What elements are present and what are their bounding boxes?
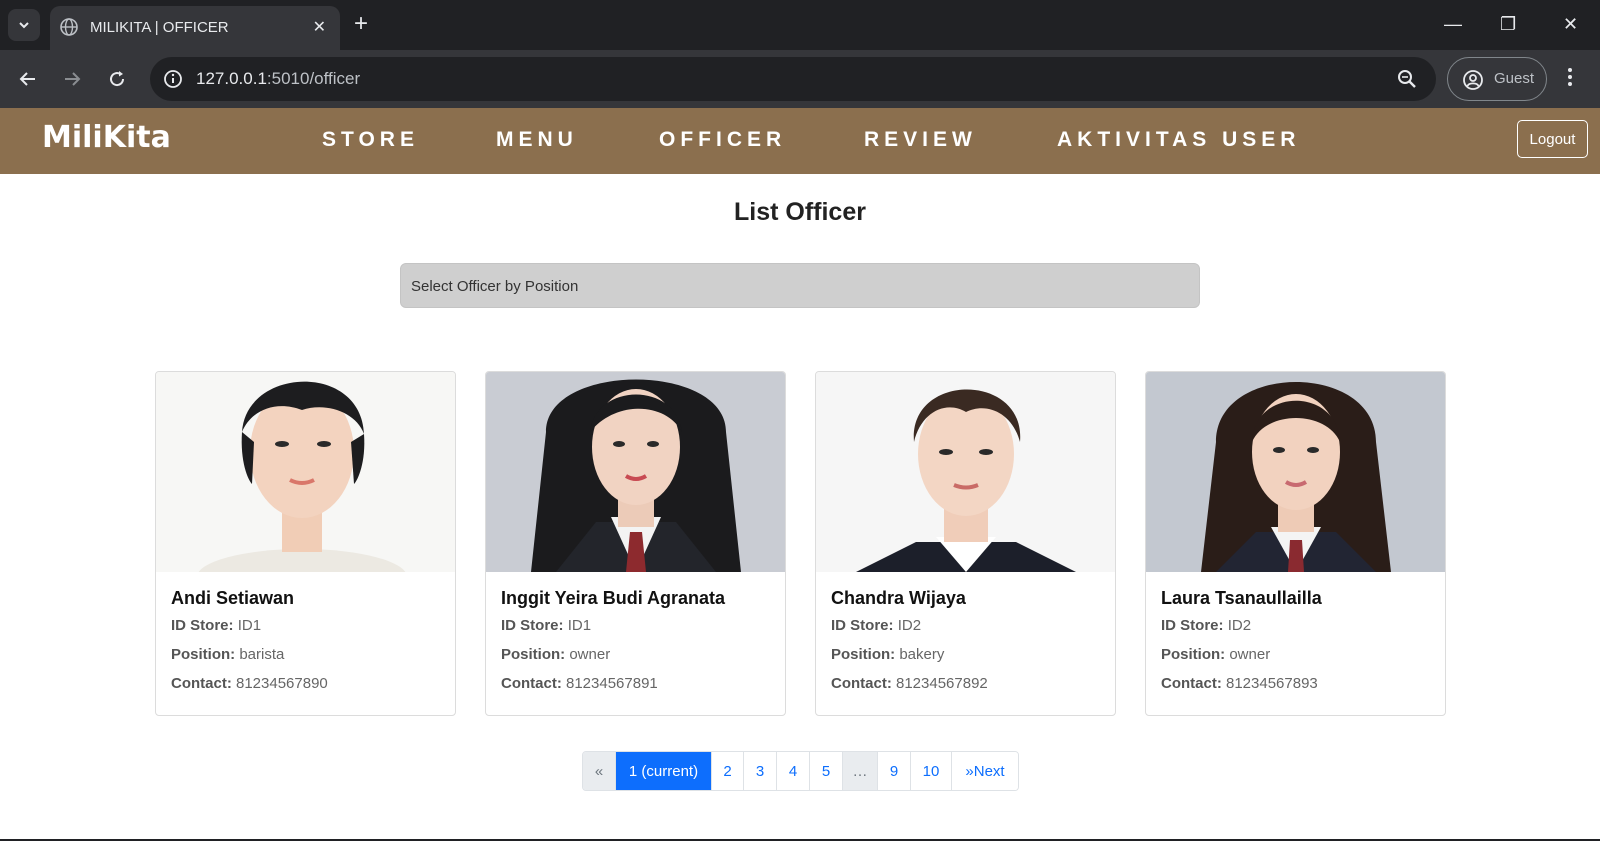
position-label: Position: — [831, 646, 896, 663]
officer-photo — [486, 372, 785, 572]
forward-button[interactable] — [59, 66, 85, 92]
position-label: Position: — [1161, 646, 1226, 663]
officer-name: Inggit Yeira Budi Agranata — [501, 588, 726, 608]
minimize-icon[interactable]: — — [1444, 14, 1462, 35]
officer-id-store: ID Store: ID2 — [1161, 617, 1251, 634]
id-store-value: ID2 — [897, 617, 922, 634]
arrow-left-icon — [19, 72, 35, 86]
globe-icon — [60, 18, 78, 36]
brand-logo[interactable]: MiliKita — [42, 120, 171, 155]
close-window-icon[interactable]: ✕ — [1563, 14, 1578, 35]
contact-value: 81234567892 — [896, 675, 988, 692]
position-value: barista — [239, 646, 285, 663]
contact-value: 81234567890 — [236, 675, 328, 692]
officer-photo — [1146, 372, 1445, 572]
id-store-value: ID1 — [237, 617, 262, 634]
pagination-page-4[interactable]: 4 — [777, 752, 810, 790]
logout-button[interactable]: Logout — [1517, 120, 1588, 158]
officer-contact: Contact: 81234567893 — [1161, 675, 1318, 692]
browser-tab[interactable]: MILIKITA | OFFICER ✕ — [50, 6, 340, 50]
profile-label: Guest — [1494, 70, 1535, 87]
contact-value: 81234567893 — [1226, 675, 1318, 692]
zoom-icon[interactable] — [1396, 68, 1418, 90]
officer-photo — [156, 372, 455, 572]
close-tab-icon[interactable]: ✕ — [313, 17, 326, 37]
position-value: bakery — [899, 646, 945, 663]
id-store-label: ID Store: — [171, 617, 234, 634]
pagination-ellipsis: … — [843, 752, 878, 790]
officer-contact: Contact: 81234567891 — [501, 675, 658, 692]
officer-contact: Contact: 81234567892 — [831, 675, 988, 692]
nav-menu[interactable]: MENU — [496, 128, 578, 152]
id-store-label: ID Store: — [501, 617, 564, 634]
officer-position: Position: bakery — [831, 646, 944, 663]
officer-position: Position: owner — [501, 646, 610, 663]
officer-card: Chandra Wijaya ID Store: ID2 Position: b… — [815, 371, 1116, 716]
restore-icon[interactable]: ❐ — [1500, 14, 1516, 35]
pagination-prev: « — [583, 752, 616, 790]
contact-label: Contact: — [1161, 675, 1222, 692]
officer-id-store: ID Store: ID1 — [171, 617, 261, 634]
id-store-label: ID Store: — [1161, 617, 1224, 634]
reload-icon — [110, 71, 125, 87]
contact-label: Contact: — [831, 675, 892, 692]
address-bar[interactable]: 127.0.0.1:5010/officer — [150, 57, 1436, 101]
position-label: Position: — [501, 646, 566, 663]
pagination-page-3[interactable]: 3 — [744, 752, 777, 790]
site-info-icon[interactable] — [162, 68, 184, 90]
position-value: owner — [1229, 646, 1271, 663]
pagination-next[interactable]: »Next — [952, 752, 1018, 790]
officer-name: Laura Tsanaullailla — [1161, 588, 1322, 608]
pagination: « 1 (current) 2 3 4 5 … 9 10 »Next — [582, 751, 1019, 791]
reload-button[interactable] — [104, 66, 130, 92]
pagination-page-1[interactable]: 1 (current) — [616, 752, 712, 790]
back-button[interactable] — [15, 66, 41, 92]
nav-officer[interactable]: OFFICER — [659, 128, 786, 152]
position-filter-text: Select Officer by Position — [411, 278, 579, 295]
url-host: 127.0.0.1 — [196, 69, 267, 88]
officer-contact: Contact: 81234567890 — [171, 675, 328, 692]
new-tab-button[interactable]: + — [354, 12, 368, 36]
profile-icon — [1463, 70, 1483, 90]
contact-label: Contact: — [171, 675, 232, 692]
profile-button[interactable]: Guest — [1447, 57, 1547, 101]
nav-review[interactable]: REVIEW — [864, 128, 977, 152]
officer-id-store: ID Store: ID1 — [501, 617, 591, 634]
contact-value: 81234567891 — [566, 675, 658, 692]
officer-card: Andi Setiawan ID Store: ID1 Position: ba… — [155, 371, 456, 716]
officer-position: Position: owner — [1161, 646, 1270, 663]
officer-position: Position: barista — [171, 646, 284, 663]
officer-photo — [816, 372, 1115, 572]
pagination-page-2[interactable]: 2 — [712, 752, 744, 790]
site-navbar: MiliKita STORE MENU OFFICER REVIEW AKTIV… — [0, 108, 1600, 174]
page-title: List Officer — [734, 198, 866, 226]
officer-card: Laura Tsanaullailla ID Store: ID2 Positi… — [1145, 371, 1446, 716]
pagination-page-10[interactable]: 10 — [911, 752, 952, 790]
officer-card: Inggit Yeira Budi Agranata ID Store: ID1… — [485, 371, 786, 716]
browser-toolbar: 127.0.0.1:5010/officer Guest — [0, 50, 1600, 108]
nav-aktivitas-user[interactable]: AKTIVITAS USER — [1057, 128, 1300, 152]
position-filter-select[interactable]: Select Officer by Position — [400, 263, 1200, 308]
browser-tab-strip: MILIKITA | OFFICER ✕ + — ❐ ✕ — [0, 0, 1600, 50]
url-text: 127.0.0.1:5010/officer — [196, 69, 360, 89]
pagination-page-5[interactable]: 5 — [810, 752, 843, 790]
position-label: Position: — [171, 646, 236, 663]
nav-store[interactable]: STORE — [322, 128, 419, 152]
tab-title: MILIKITA | OFFICER — [90, 19, 229, 36]
officer-id-store: ID Store: ID2 — [831, 617, 921, 634]
more-options-icon[interactable] — [1567, 66, 1573, 88]
officer-name: Chandra Wijaya — [831, 588, 966, 608]
officer-name: Andi Setiawan — [171, 588, 295, 608]
contact-label: Contact: — [501, 675, 562, 692]
position-value: owner — [569, 646, 611, 663]
pagination-page-9[interactable]: 9 — [878, 752, 911, 790]
arrow-right-icon — [65, 72, 81, 86]
tab-search-dropdown-button[interactable] — [8, 9, 40, 41]
chevron-down-icon — [19, 22, 29, 29]
url-path: :5010/officer — [266, 69, 361, 88]
id-store-value: ID2 — [1227, 617, 1252, 634]
id-store-value: ID1 — [567, 617, 592, 634]
id-store-label: ID Store: — [831, 617, 894, 634]
